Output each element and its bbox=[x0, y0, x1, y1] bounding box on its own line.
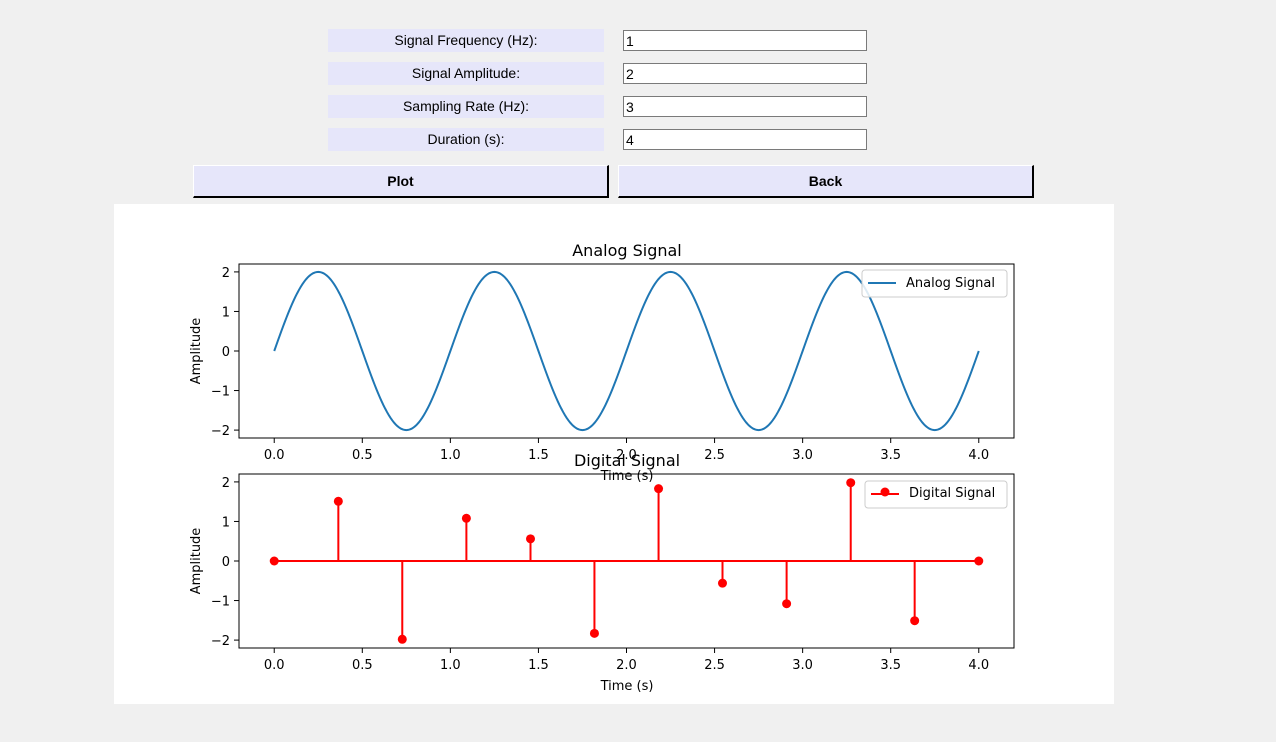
analog-ytick-label: 2 bbox=[222, 266, 230, 281]
digital-xtick-label: 0.5 bbox=[352, 658, 373, 673]
digital-xtick-label: 3.0 bbox=[792, 658, 813, 673]
frequency-label: Signal Frequency (Hz): bbox=[328, 29, 604, 52]
digital-xtick-label: 2.5 bbox=[704, 658, 725, 673]
analog-ytick-label: 1 bbox=[222, 305, 230, 320]
figure-svg: Analog Signal 0.0 0.5 1.0 1.5 2.0 2.5 3.0 3.5 4.… bbox=[189, 241, 1015, 694]
analog-axes: Analog Signal 0.0 0.5 1.0 1.5 2.0 2.5 3.0 3.5 4.… bbox=[189, 241, 1015, 484]
frequency-input[interactable] bbox=[623, 30, 867, 51]
analog-xlabel: Time (s) bbox=[600, 469, 654, 484]
digital-stem-marker bbox=[654, 484, 664, 494]
digital-stem-marker bbox=[974, 556, 984, 566]
digital-ylabel: Amplitude bbox=[189, 528, 204, 595]
analog-ytick-label: −1 bbox=[211, 385, 230, 400]
analog-legend-label: Analog Signal bbox=[906, 276, 995, 291]
digital-xtick-label: 0.0 bbox=[264, 658, 285, 673]
analog-xtick-label: 0.5 bbox=[352, 448, 373, 463]
digital-stem-marker bbox=[333, 496, 343, 506]
analog-title: Analog Signal bbox=[572, 241, 682, 260]
sampling-rate-input[interactable] bbox=[623, 96, 867, 117]
back-button[interactable]: Back bbox=[618, 165, 1034, 198]
digital-xtick-label: 2.0 bbox=[616, 658, 637, 673]
digital-ytick-label: −2 bbox=[211, 634, 230, 649]
digital-xtick-label: 1.5 bbox=[528, 658, 549, 673]
digital-ytick-label: −1 bbox=[211, 595, 230, 610]
digital-stem-marker bbox=[782, 599, 792, 609]
analog-xtick-label: 3.5 bbox=[880, 448, 901, 463]
digital-stem-marker bbox=[589, 628, 599, 638]
digital-stem-marker bbox=[269, 556, 279, 566]
analog-legend: Analog Signal bbox=[861, 269, 1008, 298]
amplitude-input[interactable] bbox=[623, 63, 867, 84]
plot-canvas: Analog Signal 0.0 0.5 1.0 1.5 2.0 2.5 3.0 3.5 4.… bbox=[114, 204, 1114, 704]
analog-ytick-label: −2 bbox=[211, 424, 230, 439]
digital-axes: 0.0 0.5 1.0 1.5 2.0 2.5 3.0 3.5 4.0 2 1 0 −1 −2 Digi… bbox=[189, 451, 1015, 694]
digital-stem-marker bbox=[846, 478, 856, 488]
analog-xtick-label: 4.0 bbox=[968, 448, 989, 463]
digital-stem-marker bbox=[526, 534, 536, 544]
analog-xtick-label: 1.5 bbox=[528, 448, 549, 463]
digital-ytick-label: 1 bbox=[222, 515, 230, 530]
digital-legend-label: Digital Signal bbox=[909, 486, 995, 501]
digital-stem-marker bbox=[397, 634, 407, 644]
digital-xtick-label: 1.0 bbox=[440, 658, 461, 673]
digital-xtick-label: 4.0 bbox=[968, 658, 989, 673]
digital-legend: Digital Signal bbox=[864, 480, 1008, 509]
analog-xtick-label: 2.5 bbox=[704, 448, 725, 463]
analog-xtick-label: 3.0 bbox=[792, 448, 813, 463]
digital-xtick-label: 3.5 bbox=[880, 658, 901, 673]
sampling-rate-label: Sampling Rate (Hz): bbox=[328, 95, 604, 118]
digital-ytick-label: 0 bbox=[222, 555, 230, 570]
analog-xtick-label: 0.0 bbox=[264, 448, 285, 463]
digital-xlabel: Time (s) bbox=[600, 679, 654, 694]
amplitude-label: Signal Amplitude: bbox=[328, 62, 604, 85]
duration-input[interactable] bbox=[623, 129, 867, 150]
analog-ylabel: Amplitude bbox=[189, 318, 204, 385]
plot-button[interactable]: Plot bbox=[193, 165, 609, 198]
digital-stem-marker bbox=[910, 616, 920, 626]
digital-legend-swatch-marker bbox=[880, 487, 890, 497]
digital-ytick-label: 2 bbox=[222, 476, 230, 491]
digital-title: Digital Signal bbox=[574, 451, 680, 470]
digital-stem-marker bbox=[717, 578, 727, 588]
analog-xtick-label: 1.0 bbox=[440, 448, 461, 463]
analog-ytick-label: 0 bbox=[222, 345, 230, 360]
duration-label: Duration (s): bbox=[328, 128, 604, 151]
digital-stem-marker bbox=[461, 513, 471, 523]
